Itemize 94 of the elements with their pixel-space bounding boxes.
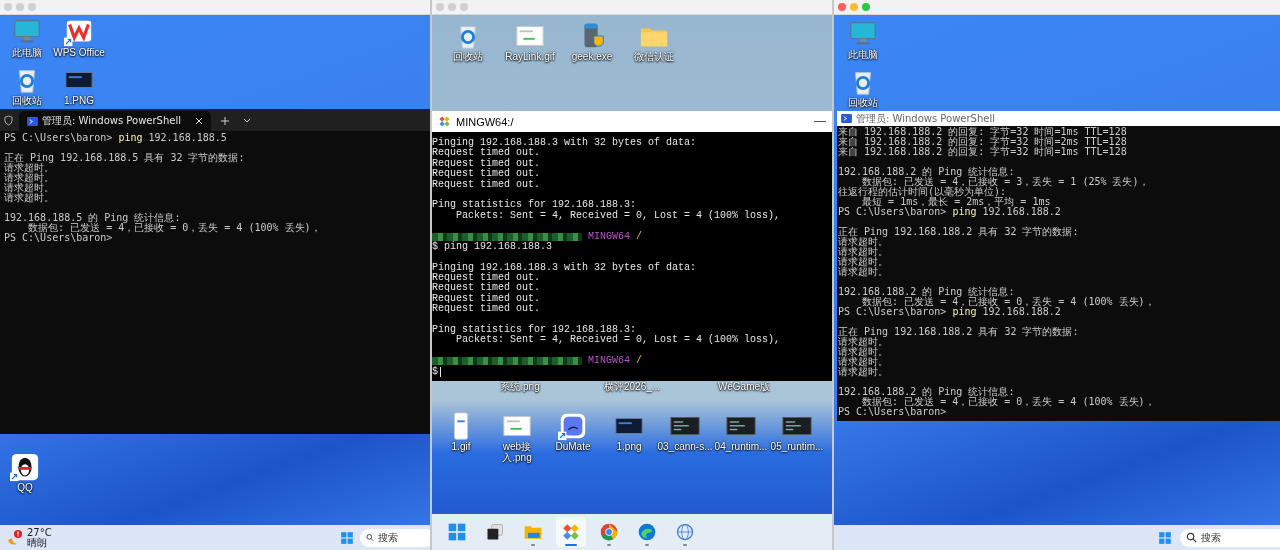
- search-box[interactable]: 搜索: [360, 528, 430, 547]
- icon-label: 05_runtim...: [769, 441, 825, 452]
- window-title: 管理员: Windows PowerShell: [856, 111, 995, 126]
- terminal-line: 数据包: 已发送 = 4，已接收 = 0，丢失 = 4 (100% 丢失)，: [861, 297, 1156, 307]
- prompt-text: MINGW64 /: [588, 231, 643, 242]
- icon-label: 系统.png: [499, 381, 541, 392]
- terminal-line: Request timed out.: [432, 179, 542, 190]
- terminal-line: 请求超时。: [838, 367, 889, 377]
- qq-icon[interactable]: [10, 452, 40, 482]
- terminal-line: 请求超时。: [838, 267, 889, 277]
- icon-label: 回收站: [453, 51, 483, 62]
- git-icon: [438, 115, 451, 128]
- weather-text: 晴朗: [27, 537, 48, 548]
- search-icon: [366, 532, 374, 543]
- icon-label: WPS Office: [53, 47, 105, 58]
- terminal-line: 往返行程的估计时间(以毫秒为单位):: [838, 187, 1008, 197]
- search-icon: [1186, 532, 1197, 543]
- text-cursor: [440, 366, 441, 377]
- terminal-line: 最短 = 1ms，最长 = 2ms，平均 = 1ms: [862, 197, 1052, 207]
- terminal-line: 请求超时。: [4, 173, 55, 183]
- terminal-line: PS C:\Users\baron>: [838, 407, 948, 417]
- window-title: MINGW64:/: [456, 115, 514, 128]
- terminal-line: Packets: Sent = 4, Received = 0, Lost = 4 (100% loss),: [456, 335, 782, 346]
- terminal-line: 请求超时。: [4, 193, 55, 203]
- git-icon[interactable]: [556, 517, 586, 547]
- terminal-line: Request timed out.: [432, 169, 542, 180]
- terminal-line: 请求超时。: [838, 237, 889, 247]
- terminal-line: PS C:\Users\baron>: [4, 233, 114, 243]
- terminal-line: PS C:\Users\baron> ping 192.168.188.5: [4, 133, 228, 143]
- search-box[interactable]: 搜索: [1180, 528, 1280, 547]
- icon-label: web接入.png: [501, 441, 533, 463]
- terminal-line: 来自 192.168.188.2 的回复: 字节=32 时间=2ms TTL=128: [838, 137, 1128, 147]
- prompt-symbol: $: [432, 366, 438, 377]
- icon-label: QQ: [17, 482, 33, 493]
- terminal-line: 数据包: 已发送 = 4，已接收 = 0，丢失 = 4 (100% 丢失)，: [27, 223, 322, 233]
- terminal-line: Pinging 192.168.188.3 with 32 bytes of data:: [432, 262, 698, 273]
- icon-label: RayLink.gif: [505, 51, 555, 62]
- temperature-text: 27°C: [27, 527, 52, 538]
- icon-label: 横评2026_...: [604, 381, 660, 392]
- terminal-line: PS C:\Users\baron> ping 192.168.188.2: [838, 307, 1062, 317]
- terminal-line: 正在 Ping 192.168.188.5 具有 32 字节的数据:: [4, 153, 246, 163]
- icon-label: 03_cann-s...: [657, 441, 713, 452]
- terminal-line: PS C:\Users\baron> ping 192.168.188.2: [838, 207, 1062, 217]
- powershell-icon: [27, 116, 38, 126]
- terminal-line: 192.168.188.2 的 Ping 统计信息:: [838, 167, 1016, 177]
- weather-icon[interactable]: [6, 528, 24, 547]
- terminal-line: Request timed out.: [432, 293, 542, 304]
- terminal-line: 来自 192.168.188.2 的回复: 字节=32 时间=1ms TTL=128: [838, 127, 1128, 137]
- start-icon[interactable]: [340, 530, 354, 545]
- terminal-line: 请求超时。: [838, 257, 889, 267]
- icon-label: 此电脑: [848, 49, 878, 60]
- terminal-line: Request timed out.: [432, 283, 542, 294]
- icon-label: 回收站: [12, 95, 42, 106]
- terminal-tab[interactable]: 管理员: Windows PowerShell: [19, 111, 211, 131]
- icon-label: 此电脑: [12, 47, 42, 58]
- terminal-line: 数据包: 已发送 = 4，已接收 = 3，丢失 = 1 (25% 丢失)，: [861, 177, 1150, 187]
- start-icon[interactable]: [1158, 530, 1172, 545]
- terminal-line: Ping statistics for 192.168.188.3:: [432, 200, 638, 211]
- prompt-text: MINGW64 /: [588, 356, 643, 367]
- traffic-light[interactable]: [862, 3, 870, 11]
- powershell-icon: [841, 114, 852, 123]
- terminal-line: 请求超时。: [4, 183, 55, 193]
- shield-icon: [4, 115, 13, 126]
- terminal-line: 请求超时。: [838, 247, 889, 257]
- terminal-line: 请求超时。: [838, 337, 889, 347]
- terminal-line: Packets: Sent = 4, Received = 0, Lost = 4 (100% loss),: [455, 210, 782, 222]
- app-icon[interactable]: [558, 411, 588, 441]
- icon-label: 04_runtim...: [713, 441, 769, 452]
- icon-label: 微信认证: [634, 51, 674, 62]
- terminal-line: 请求超时。: [838, 357, 889, 367]
- icon-label: 1.png: [615, 441, 643, 452]
- terminal-line: 数据包: 已发送 = 4，已接收 = 0，丢失 = 4 (100% 丢失)，: [861, 397, 1156, 407]
- terminal-line: 来自 192.168.188.2 的回复: 字节=32 时间=1ms TTL=128: [838, 147, 1128, 157]
- terminal-line: Request timed out.: [432, 158, 542, 169]
- terminal-line: $ ping 192.168.188.3: [432, 241, 554, 253]
- terminal-line: 正在 Ping 192.168.188.2 具有 32 字节的数据:: [838, 327, 1080, 337]
- terminal-line: Request timed out.: [432, 304, 542, 315]
- terminal-line: 192.168.188.2 的 Ping 统计信息:: [838, 387, 1016, 397]
- search-input[interactable]: 搜索: [378, 532, 428, 543]
- icon-label: 回收站: [848, 97, 878, 108]
- icon-label: WeGame版: [716, 381, 772, 392]
- traffic-light[interactable]: [838, 3, 846, 11]
- terminal-line: 请求超时。: [838, 347, 889, 357]
- close-icon[interactable]: [195, 117, 203, 125]
- terminal-line: 192.168.188.5 的 Ping 统计信息:: [4, 213, 182, 223]
- terminal-line: 192.168.188.2 的 Ping 统计信息:: [838, 287, 1016, 297]
- terminal-line: Request timed out.: [432, 148, 542, 159]
- icon-label: DuMate: [554, 441, 592, 452]
- icon-label: geek.exe: [571, 51, 613, 62]
- icon-label: 1.gif: [450, 441, 472, 452]
- search-input[interactable]: 搜索: [1201, 532, 1251, 543]
- terminal-line: 请求超时。: [4, 163, 55, 173]
- terminal-line: 正在 Ping 192.168.188.2 具有 32 字节的数据:: [838, 227, 1080, 237]
- icon-label: 1.PNG: [64, 95, 94, 106]
